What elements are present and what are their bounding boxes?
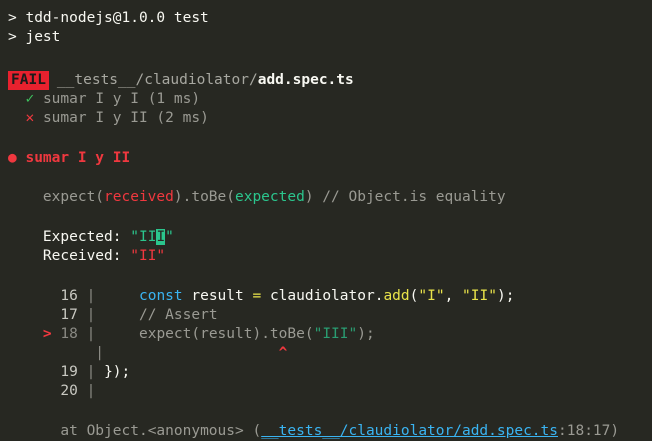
- received-line: Received: "II": [8, 247, 652, 266]
- matcher-hint: expect(received).toBe(expected) // Objec…: [42, 189, 506, 205]
- suite-result-line: FAIL __tests__/claudiolator/add.spec.ts: [8, 71, 652, 90]
- stack-location: at Object.<anonymous> (__tests__/claudio…: [60, 423, 620, 439]
- caret-line: | ^: [86, 345, 288, 361]
- bullet-icon: ●: [8, 150, 17, 166]
- test-item-fail: ✕ sumar I y II (2 ms): [8, 109, 652, 128]
- expected-token: expected: [234, 189, 305, 205]
- cross-icon: ✕: [25, 110, 35, 126]
- test-item-pass: ✓ sumar I y I (1 ms): [8, 90, 652, 109]
- received-label: Received:: [42, 248, 131, 264]
- npm-script-line: > tdd-nodejs@1.0.0 test: [8, 10, 209, 26]
- received-value: "II": [130, 248, 166, 264]
- code-line-19: 19 | });: [60, 364, 131, 380]
- diff-highlight: I: [156, 229, 166, 245]
- stack-file-link[interactable]: __tests__/claudiolator/add.spec.ts: [261, 423, 558, 439]
- test-name: sumar I y I (1 ms): [42, 91, 201, 107]
- current-line-marker: >: [42, 326, 52, 342]
- failed-test-name: sumar I y II: [25, 150, 131, 166]
- expected-line: Expected: "III": [42, 229, 174, 245]
- terminal-output: > tdd-nodejs@1.0.0 test > jest FAIL __tes…: [8, 9, 652, 441]
- jest-command-line: > jest: [8, 29, 61, 45]
- code-line-20: 20 |: [60, 383, 96, 399]
- fail-badge: FAIL: [8, 71, 49, 90]
- suite-path-file: add.spec.ts: [257, 72, 354, 88]
- suite-path-dir: __tests__/claudiolator/: [56, 72, 258, 88]
- caret-marker: ^: [278, 345, 288, 361]
- code-line-17: 17 | // Assert: [60, 307, 218, 323]
- failure-title: ● sumar I y II: [8, 149, 652, 168]
- received-token: received: [104, 189, 174, 205]
- expected-label: Expected:: [42, 229, 131, 245]
- code-line-16: 16 | const result = claudiolator.add("I"…: [60, 288, 515, 304]
- test-name: sumar I y II (2 ms): [42, 110, 209, 126]
- check-icon: ✓: [25, 91, 35, 107]
- code-line-18: > 18 | expect(result).toBe("III");: [42, 326, 375, 342]
- matcher-comment: // Object.is equality: [313, 189, 506, 205]
